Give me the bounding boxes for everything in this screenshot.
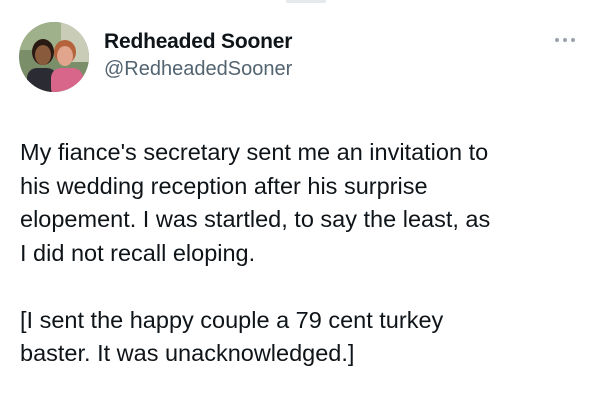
display-name[interactable]: Redheaded Sooner [104,30,292,54]
top-divider [286,0,326,3]
profile-photo [19,22,89,92]
tweet-text: My fiance's secretary sent me an invitat… [20,136,585,371]
more-options-icon[interactable] [552,30,578,50]
tweet-paragraph: My fiance's secretary sent me an invitat… [20,139,491,266]
tweet-card: Redheaded Sooner @RedheadedSooner My fia… [0,0,599,408]
avatar[interactable] [19,22,89,92]
tweet-paragraph: [I sent the happy couple a 79 cent turke… [20,306,444,367]
user-handle[interactable]: @RedheadedSooner [104,58,292,81]
